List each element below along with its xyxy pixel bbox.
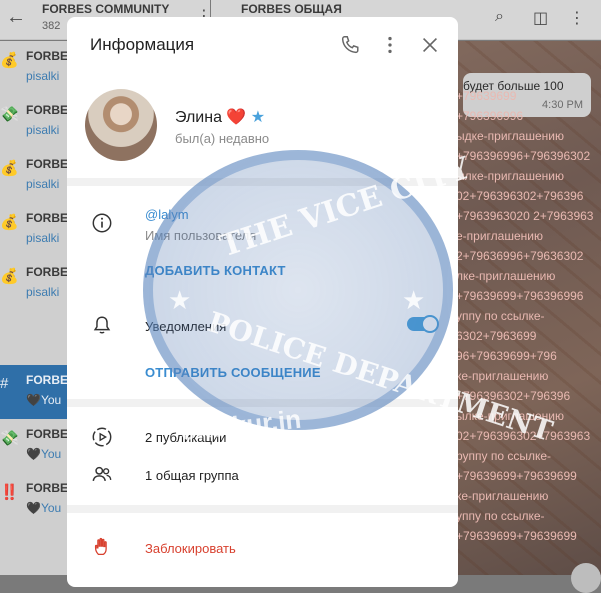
block-user-button[interactable]: Заблокировать (145, 541, 236, 556)
stories-play-icon (92, 427, 112, 447)
user-info-dialog: Информация Элина ❤️ ★ был(а) недавно @la… (67, 17, 458, 587)
chat-preview: 🖤You (26, 393, 62, 407)
chat-preview: pisalki (26, 285, 60, 299)
toggle-knob (421, 315, 439, 333)
section-divider (67, 505, 458, 513)
spam-message-line: лке-приглашению (456, 269, 556, 283)
more-vertical-icon[interactable]: ⋮ (569, 8, 585, 28)
left-panel-subtitle: 382 (42, 20, 61, 32)
notifications-toggle[interactable] (407, 315, 439, 333)
spam-message-line: 02+796396302+796396 (456, 189, 584, 203)
message-time: 4:30 PM (542, 99, 583, 111)
spam-message-line: +79639699+79639699 (456, 529, 577, 543)
chat-emoji-icon: 💰 (0, 52, 19, 69)
chat-preview: 🖤You (26, 501, 62, 515)
star-icon: ★ (402, 285, 426, 315)
profile-status: был(а) недавно (175, 131, 270, 146)
spam-message-line: 96+79639699+796 (456, 349, 557, 363)
left-panel-title: FORBES COMMUNITY (42, 2, 170, 16)
chat-preview: pisalki (26, 177, 60, 191)
spam-message-line: +796396996 (456, 109, 524, 123)
profile-name: Элина ❤️ ★ (175, 107, 265, 127)
info-icon (92, 213, 112, 233)
spam-message-line: 2+79636996+79636302 (456, 249, 584, 263)
username-value[interactable]: @lalym (145, 207, 189, 222)
spam-message-line: руппу по ссылке- (456, 449, 552, 463)
chat-emoji-icon: 💰 (0, 160, 19, 177)
sidebar-toggle-icon[interactable]: ◫ (533, 8, 548, 28)
spam-message-line: +79639699+79639699 (456, 469, 577, 483)
chat-preview: pisalki (26, 69, 60, 83)
back-arrow-icon[interactable]: ← (6, 6, 26, 29)
bell-icon (93, 316, 111, 334)
star-icon: ★ (168, 285, 192, 315)
spam-message-line: +79639699+796396996 (456, 289, 584, 303)
add-contact-button[interactable]: ДОБАВИТЬ КОНТАКТ (145, 263, 286, 278)
premium-star-icon: ★ (250, 109, 266, 126)
chat-emoji-icon: 💸 (0, 106, 19, 123)
users-icon (92, 466, 112, 482)
spam-message-line: ыдке-приглашению (456, 129, 564, 143)
chat-emoji-icon: 💸 (0, 430, 19, 447)
phone-icon[interactable] (339, 34, 361, 56)
chat-preview: pisalki (26, 123, 60, 137)
spam-message-line: 6302+7963699 (456, 329, 537, 343)
chat-preview: 🖤You (26, 447, 62, 461)
chat-emoji-icon: 💰 (0, 268, 19, 285)
spam-message-line: ке-приглашению (456, 369, 549, 383)
spam-message-line: +7963963020 2+7963963 (456, 209, 594, 223)
avatar[interactable] (85, 89, 157, 161)
dialog-title: Информация (90, 35, 195, 54)
spam-message-line: уппу по ссылке- (456, 509, 545, 523)
spam-message-line: +796396996+796396302 (456, 149, 591, 163)
chat-emoji-icon: ‼️ (0, 484, 19, 501)
chat-title: FORBES ОБЩАЯ (241, 2, 342, 16)
profile-name-text: Элина ❤️ (175, 109, 247, 126)
spam-message-line: уппу по ссылке- (456, 309, 545, 323)
block-hand-icon (94, 537, 107, 555)
more-vertical-icon[interactable] (379, 34, 401, 56)
search-icon[interactable]: ⌕ (495, 8, 504, 26)
send-message-button[interactable]: ОТПРАВИТЬ СООБЩЕНИЕ (145, 365, 321, 380)
chat-preview: pisalki (26, 231, 60, 245)
scroll-down-button[interactable] (571, 563, 601, 593)
common-groups-count[interactable]: 1 общая группа (145, 468, 239, 483)
spam-message-line: +79639699 (456, 89, 517, 103)
spam-message-line: е-приглашению (456, 229, 543, 243)
close-icon[interactable] (419, 34, 441, 56)
spam-message-line: ке-приглашению (456, 489, 549, 503)
chat-emoji-icon: # (0, 375, 9, 392)
chat-emoji-icon: 💰 (0, 214, 19, 231)
